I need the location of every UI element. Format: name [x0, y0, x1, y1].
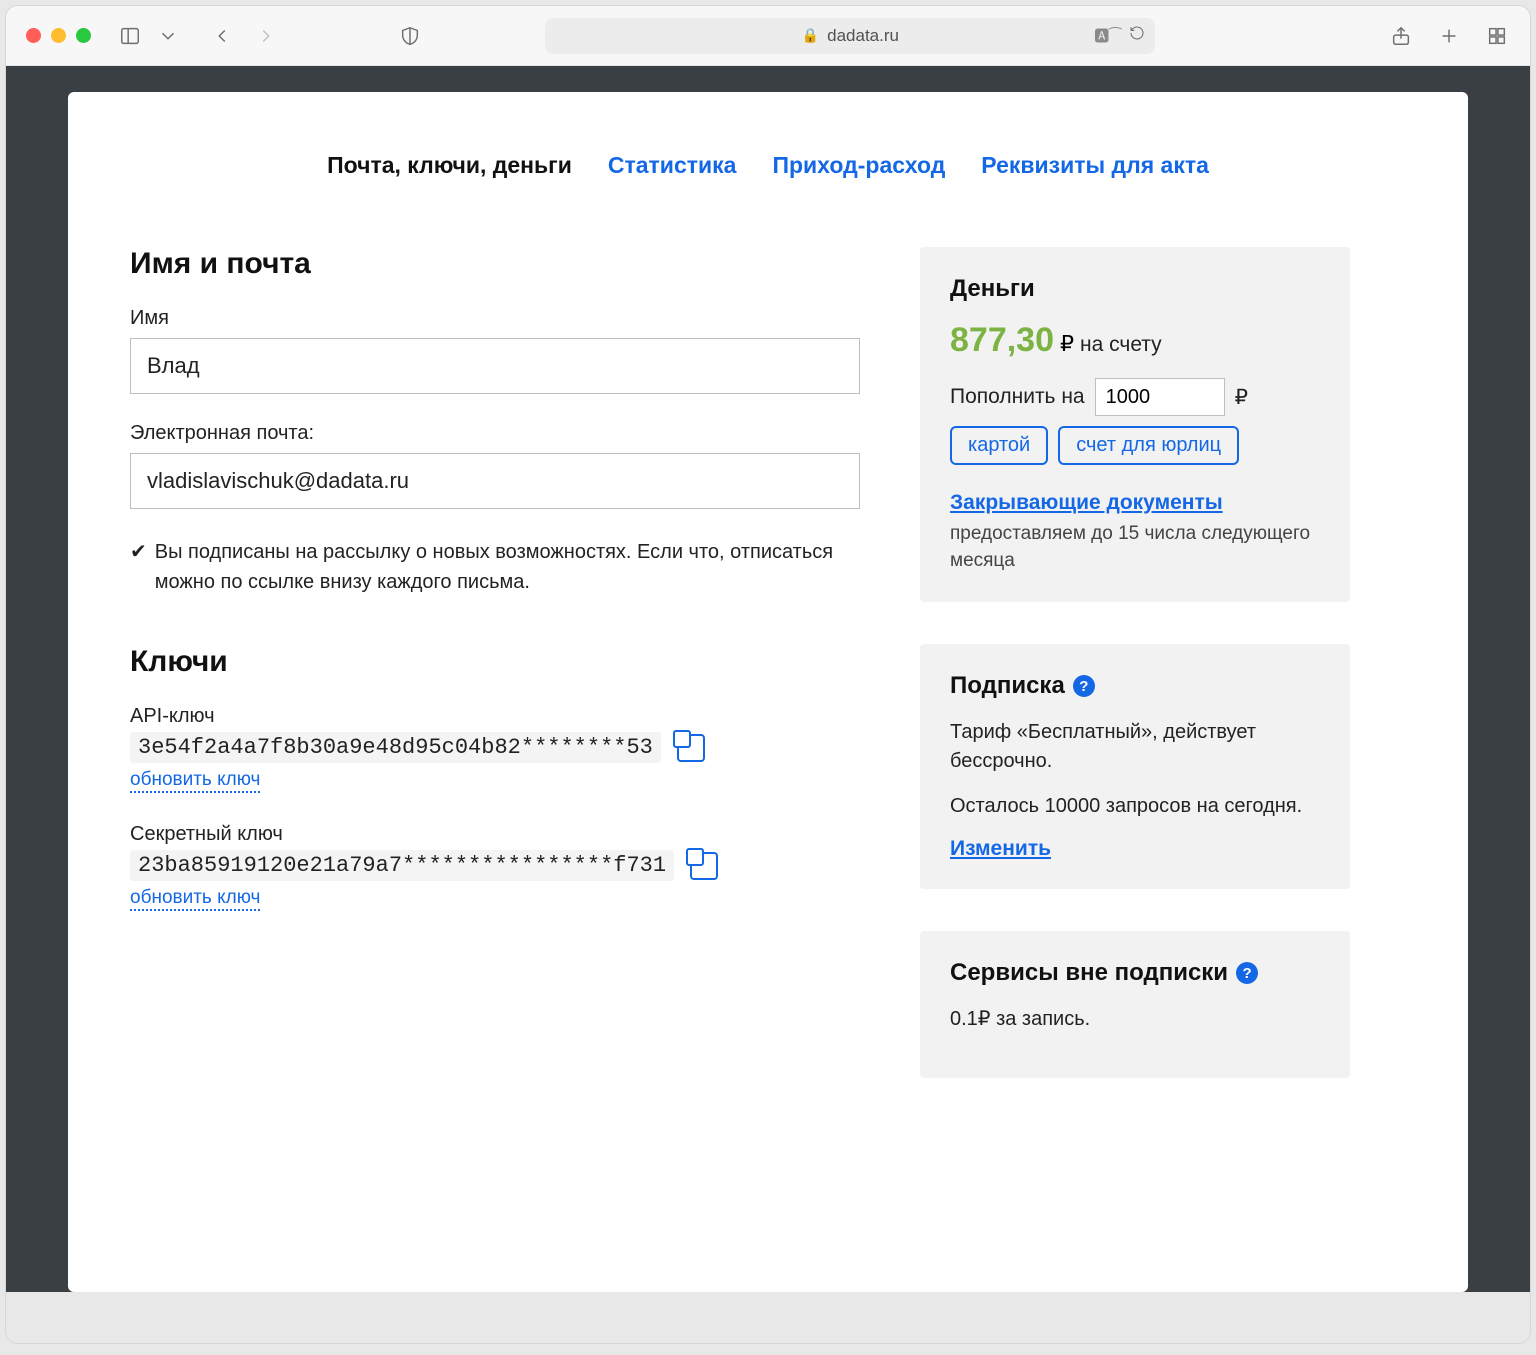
- dropdown-icon[interactable]: [155, 23, 181, 49]
- name-label: Имя: [130, 307, 860, 330]
- tab-statistics[interactable]: Статистика: [608, 152, 737, 179]
- secret-key-value: 23ba85919120e21a79a7****************f731: [130, 850, 674, 881]
- content-card: Почта, ключи, деньги Статистика Приход-р…: [68, 92, 1468, 1292]
- subscription-note: ✔ Вы подписаны на рассылку о новых возмо…: [130, 537, 860, 597]
- tab-flow[interactable]: Приход-расход: [772, 152, 945, 179]
- help-icon[interactable]: ?: [1236, 962, 1258, 984]
- lock-icon: 🔒: [802, 27, 819, 44]
- email-label: Электронная почта:: [130, 422, 860, 445]
- ruble-sign: ₽: [1060, 331, 1074, 357]
- check-icon: ✔: [130, 537, 147, 597]
- reload-icon[interactable]: [1129, 25, 1145, 46]
- translate-icon[interactable]: 🅰︎⁀: [1094, 25, 1121, 46]
- subscription-remaining: Осталось 10000 запросов на сегодня.: [950, 792, 1320, 821]
- url-text: dadata.ru: [827, 26, 899, 46]
- ruble-sign-2: ₽: [1235, 385, 1248, 410]
- extras-price: 0.1₽ за запись.: [950, 1005, 1320, 1034]
- closing-docs-note: предоставляем до 15 числа следующего мес…: [950, 521, 1320, 574]
- subscription-note-text: Вы подписаны на рассылку о новых возможн…: [155, 537, 860, 597]
- api-key-label: API-ключ: [130, 705, 860, 728]
- page-viewport: Почта, ключи, деньги Статистика Приход-р…: [6, 66, 1530, 1343]
- tab-mail-keys-money[interactable]: Почта, ключи, деньги: [327, 152, 572, 179]
- email-input[interactable]: [130, 453, 860, 509]
- browser-toolbar: 🔒 dadata.ru 🅰︎⁀: [6, 6, 1530, 66]
- topup-label: Пополнить на: [950, 385, 1085, 409]
- balance-amount: 877,30: [950, 321, 1054, 360]
- api-key-value: 3e54f2a4a7f8b30a9e48d95c04b82********53: [130, 732, 661, 763]
- new-tab-icon[interactable]: [1436, 23, 1462, 49]
- share-icon[interactable]: [1388, 23, 1414, 49]
- refresh-secret-key-link[interactable]: обновить ключ: [130, 887, 260, 911]
- money-heading: Деньги: [950, 275, 1320, 303]
- minimize-window-button[interactable]: [51, 28, 66, 43]
- topup-amount-input[interactable]: [1095, 378, 1225, 416]
- keys-section-heading: Ключи: [130, 645, 860, 679]
- copy-api-key-button[interactable]: [677, 734, 705, 762]
- address-bar[interactable]: 🔒 dadata.ru 🅰︎⁀: [545, 18, 1155, 54]
- back-button[interactable]: [209, 23, 235, 49]
- help-icon[interactable]: ?: [1073, 675, 1095, 697]
- maximize-window-button[interactable]: [76, 28, 91, 43]
- sidebar-toggle-icon[interactable]: [117, 23, 143, 49]
- pay-by-card-button[interactable]: картой: [950, 426, 1048, 465]
- tabs-overview-icon[interactable]: [1484, 23, 1510, 49]
- extras-panel: Сервисы вне подписки ? 0.1₽ за запись.: [920, 931, 1350, 1078]
- window-controls: [26, 28, 91, 43]
- shield-icon[interactable]: [397, 23, 423, 49]
- browser-window: 🔒 dadata.ru 🅰︎⁀ Почта, ключи,: [6, 6, 1530, 1343]
- close-window-button[interactable]: [26, 28, 41, 43]
- refresh-api-key-link[interactable]: обновить ключ: [130, 769, 260, 793]
- forward-button: [253, 23, 279, 49]
- subscription-panel: Подписка ? Тариф «Бесплатный», действует…: [920, 644, 1350, 889]
- change-subscription-link[interactable]: Изменить: [950, 837, 1051, 860]
- pay-by-invoice-button[interactable]: счет для юрлиц: [1058, 426, 1239, 465]
- secret-key-label: Секретный ключ: [130, 823, 860, 846]
- tab-requisites[interactable]: Реквизиты для акта: [981, 152, 1209, 179]
- page-tabs: Почта, ключи, деньги Статистика Приход-р…: [130, 152, 1406, 179]
- name-section-heading: Имя и почта: [130, 247, 860, 281]
- closing-docs-link[interactable]: Закрывающие документы: [950, 491, 1223, 515]
- copy-secret-key-button[interactable]: [690, 852, 718, 880]
- extras-heading: Сервисы вне подписки: [950, 959, 1228, 987]
- money-panel: Деньги 877,30 ₽ на счету Пополнить на ₽: [920, 247, 1350, 602]
- balance-suffix: на счету: [1080, 333, 1162, 357]
- subscription-heading: Подписка: [950, 672, 1065, 700]
- subscription-tariff: Тариф «Бесплатный», действует бессрочно.: [950, 718, 1320, 776]
- name-input[interactable]: [130, 338, 860, 394]
